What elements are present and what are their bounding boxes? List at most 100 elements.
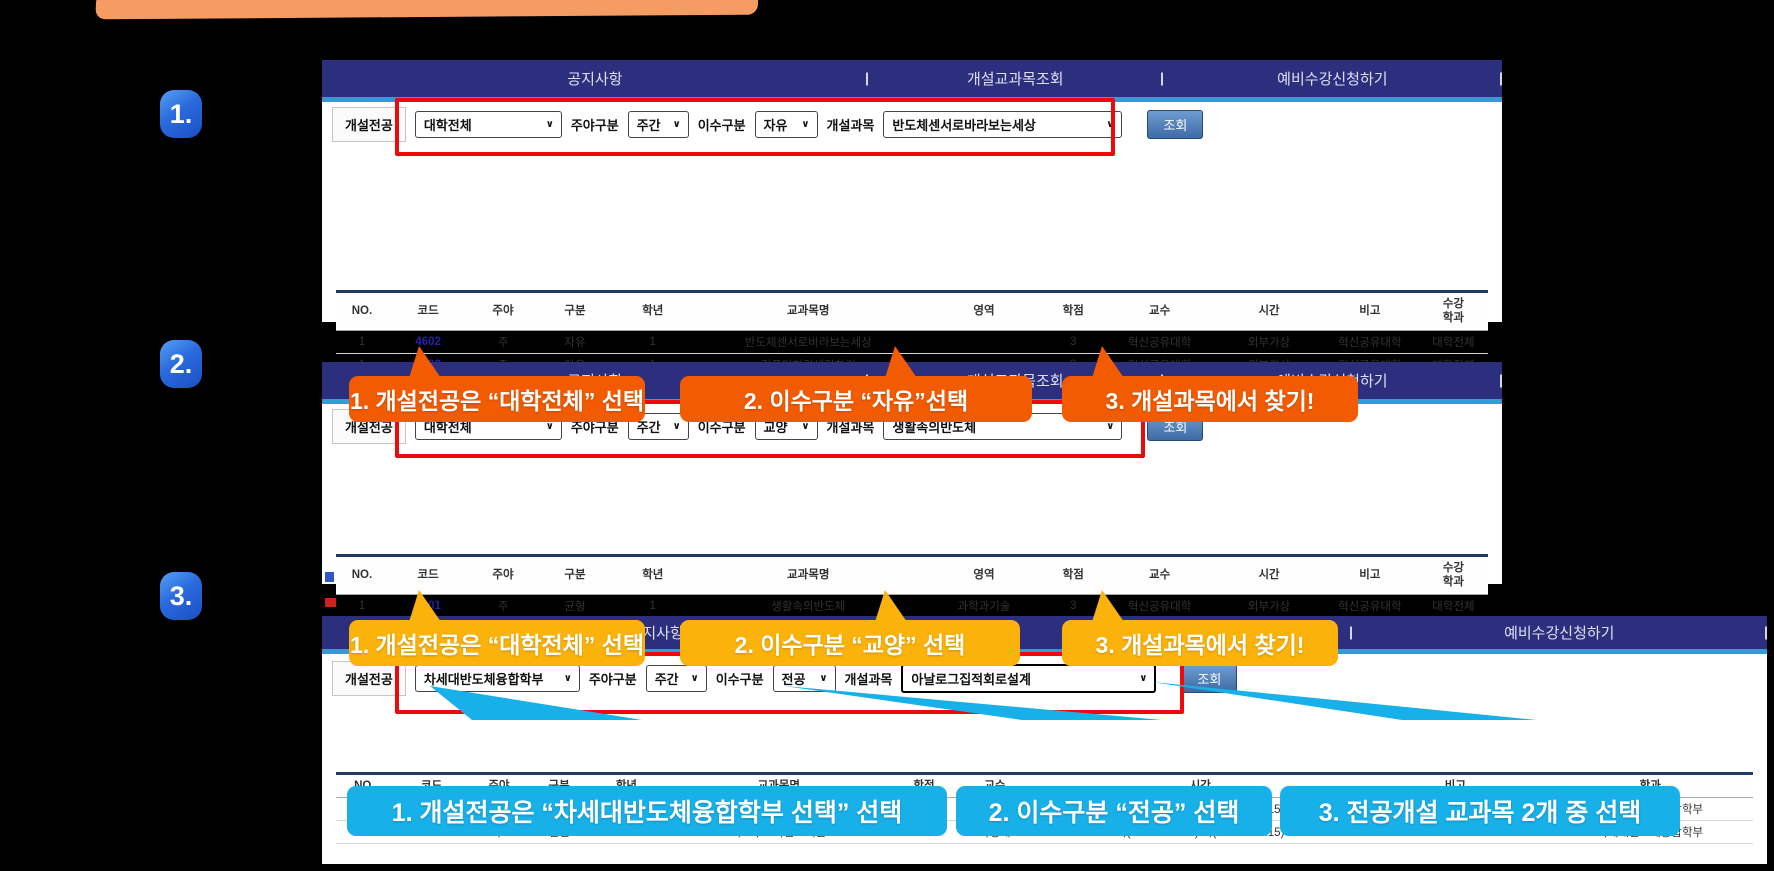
obscured-text-fragment: [325, 572, 334, 582]
completion-filter-label: 이수구분: [698, 115, 746, 134]
title-highlight-bar: [95, 0, 758, 19]
tab-notice[interactable]: 공지사항: [322, 60, 868, 97]
dropdown-arrow-icon: ∨: [1106, 421, 1114, 432]
dropdown-arrow-icon: ∨: [691, 673, 699, 684]
table-cell: 1: [336, 330, 388, 353]
completion-select[interactable]: 자유 ∨: [755, 111, 818, 138]
column-header: 코드: [388, 292, 469, 331]
column-header: NO.: [336, 292, 388, 331]
callout-step2: 2. 이수구분 “교양” 선택: [680, 620, 1020, 666]
callout-step1: 1. 개설전공은 “차세대반도체융합학부 선택” 선택: [347, 786, 947, 836]
column-header: 수강 학과: [1419, 556, 1488, 595]
panel-content: 1. 개설전공은 “대학전체” 선택 2. 이수구분 “교양” 선택 3. 개설…: [322, 554, 1502, 618]
table-header-row: NO.코드주야구분학년교과목명영역학점교수시간비고수강 학과: [336, 292, 1488, 331]
step-badge-3: 3.: [160, 572, 202, 620]
completion-select[interactable]: 전공 ∨: [773, 665, 836, 692]
column-header: 시간: [1217, 556, 1321, 595]
column-header: 학점: [1044, 556, 1102, 595]
table-cell: 자유: [538, 330, 613, 353]
table-header-row: NO.코드주야구분학년교과목명영역학점교수시간비고수강 학과: [336, 556, 1488, 595]
course-select[interactable]: 아날로그집적회로설계 ∨: [901, 664, 1156, 693]
completion-filter-label: 이수구분: [716, 669, 764, 688]
tutorial-page: { "badges": ["1.", "2.", "3."], "nav_tab…: [0, 0, 1774, 871]
daynight-filter-label: 주야구분: [571, 115, 619, 134]
course-result-table: NO.코드주야구분학년교과목명영역학점교수시간비고수강 학과 14601주균형1…: [336, 554, 1488, 618]
callout-step2: 2. 이수구분 “자유”선택: [680, 376, 1032, 422]
callout-step3: 3. 전공개설 교과목 2개 중 선택: [1280, 786, 1680, 836]
column-header: 학년: [612, 556, 693, 595]
column-header: 수강 학과: [1419, 292, 1488, 331]
column-header: 비고: [1321, 556, 1419, 595]
major-select[interactable]: 차세대반도체융합학부 ∨: [415, 665, 580, 692]
column-header: 주야: [468, 292, 537, 331]
column-header: 구분: [538, 292, 613, 331]
table-cell: 1: [612, 594, 693, 617]
column-header: 교과목명: [693, 292, 923, 331]
screenshot-panel-1: 공지사항 개설교과목조회 예비수강신청하기 개설전공 대학전체 ∨ 주야구분 주간…: [322, 60, 1502, 322]
table-row: 14601주균형1생활속의반도체과학과기술3혁신공유대학외부가상혁신공유대학대학…: [336, 594, 1488, 617]
table-cell: 대학전체: [1419, 594, 1488, 617]
table-cell: 1: [336, 594, 388, 617]
column-header: 주야: [468, 556, 537, 595]
table-cell: 혁신공유대학: [1321, 330, 1419, 353]
daynight-filter-label: 주야구분: [589, 669, 637, 688]
completion-select-value: 자유: [764, 115, 788, 134]
dropdown-arrow-icon: ∨: [819, 673, 827, 684]
step-badge-1: 1.: [160, 90, 202, 138]
column-header: NO.: [336, 556, 388, 595]
panel-content: 1. 개설전공은 “차세대반도체융합학부 선택” 선택 2. 이수구분 “전공”…: [322, 772, 1767, 844]
column-header: 학점: [1044, 292, 1102, 331]
column-header: 비고: [1321, 292, 1419, 331]
tab-course-search[interactable]: 개설교과목조회: [868, 60, 1163, 97]
major-select[interactable]: 대학전체 ∨: [415, 111, 562, 138]
table-cell: 1: [612, 330, 693, 353]
column-header: 코드: [388, 556, 469, 595]
callout-step3: 3. 개설과목에서 찾기!: [1062, 620, 1338, 666]
step-badge-2: 2.: [160, 340, 202, 388]
column-header: 영역: [923, 292, 1044, 331]
column-header: 교수: [1102, 556, 1217, 595]
search-button[interactable]: 조회: [1147, 110, 1203, 139]
course-filter-label: 개설과목: [845, 669, 893, 688]
course-select-value: 아날로그집적회로설계: [911, 669, 1031, 688]
daynight-select-value: 주간: [655, 669, 679, 688]
callout-step1: 1. 개설전공은 “대학전체” 선택: [349, 620, 645, 666]
dropdown-arrow-icon: ∨: [546, 119, 554, 130]
dropdown-arrow-icon: ∨: [1139, 673, 1147, 684]
table-cell: [923, 330, 1044, 353]
column-header: 구분: [538, 556, 613, 595]
filter-row: 개설전공 대학전체 ∨ 주야구분 주간∨ 이수구분 자유 ∨ 개설과목 반도체센서로…: [322, 102, 1502, 146]
major-select-value: 차세대반도체융합학부: [424, 669, 544, 688]
column-header: 교수: [1102, 292, 1217, 331]
major-filter-label: 개설전공: [332, 107, 406, 142]
table-cell: 과학과기술: [923, 594, 1044, 617]
tab-pre-registration[interactable]: 예비수강신청하기: [1163, 60, 1502, 97]
tab-pre-registration[interactable]: 예비수강신청하기: [1352, 616, 1767, 649]
dropdown-arrow-icon: ∨: [673, 421, 681, 432]
daynight-select[interactable]: 주간 ∨: [646, 665, 707, 692]
nav-tab-bar: 공지사항 개설교과목조회 예비수강신청하기: [322, 60, 1502, 97]
dropdown-arrow-icon: ∨: [1106, 119, 1114, 130]
table-cell: 외부가상: [1217, 594, 1321, 617]
completion-select-value: 전공: [782, 669, 806, 688]
course-filter-label: 개설과목: [827, 115, 875, 134]
obscured-text-fragment: [325, 598, 336, 607]
column-header: 학년: [612, 292, 693, 331]
dropdown-arrow-icon: ∨: [673, 119, 681, 130]
course-select[interactable]: 반도체센서로바라보는세상 ∨: [883, 111, 1122, 138]
table-cell: 대학전체: [1419, 330, 1488, 353]
course-select-value: 반도체센서로바라보는세상: [892, 115, 1036, 134]
callout-step1: 1. 개설전공은 “대학전체” 선택: [349, 376, 645, 422]
callout-step2: 2. 이수구분 “전공” 선택: [956, 786, 1272, 836]
search-button[interactable]: 조회: [1181, 664, 1237, 693]
table-cell: 주: [468, 594, 537, 617]
column-header: 교과목명: [693, 556, 923, 595]
dropdown-arrow-icon: ∨: [801, 119, 809, 130]
table-cell: 외부가상: [1217, 330, 1321, 353]
column-header: 영역: [923, 556, 1044, 595]
table-cell: 균형: [538, 594, 613, 617]
daynight-select[interactable]: 주간∨: [628, 111, 689, 138]
major-select-value: 대학전체: [424, 115, 472, 134]
dropdown-arrow-icon: ∨: [564, 673, 572, 684]
column-header: 시간: [1217, 292, 1321, 331]
